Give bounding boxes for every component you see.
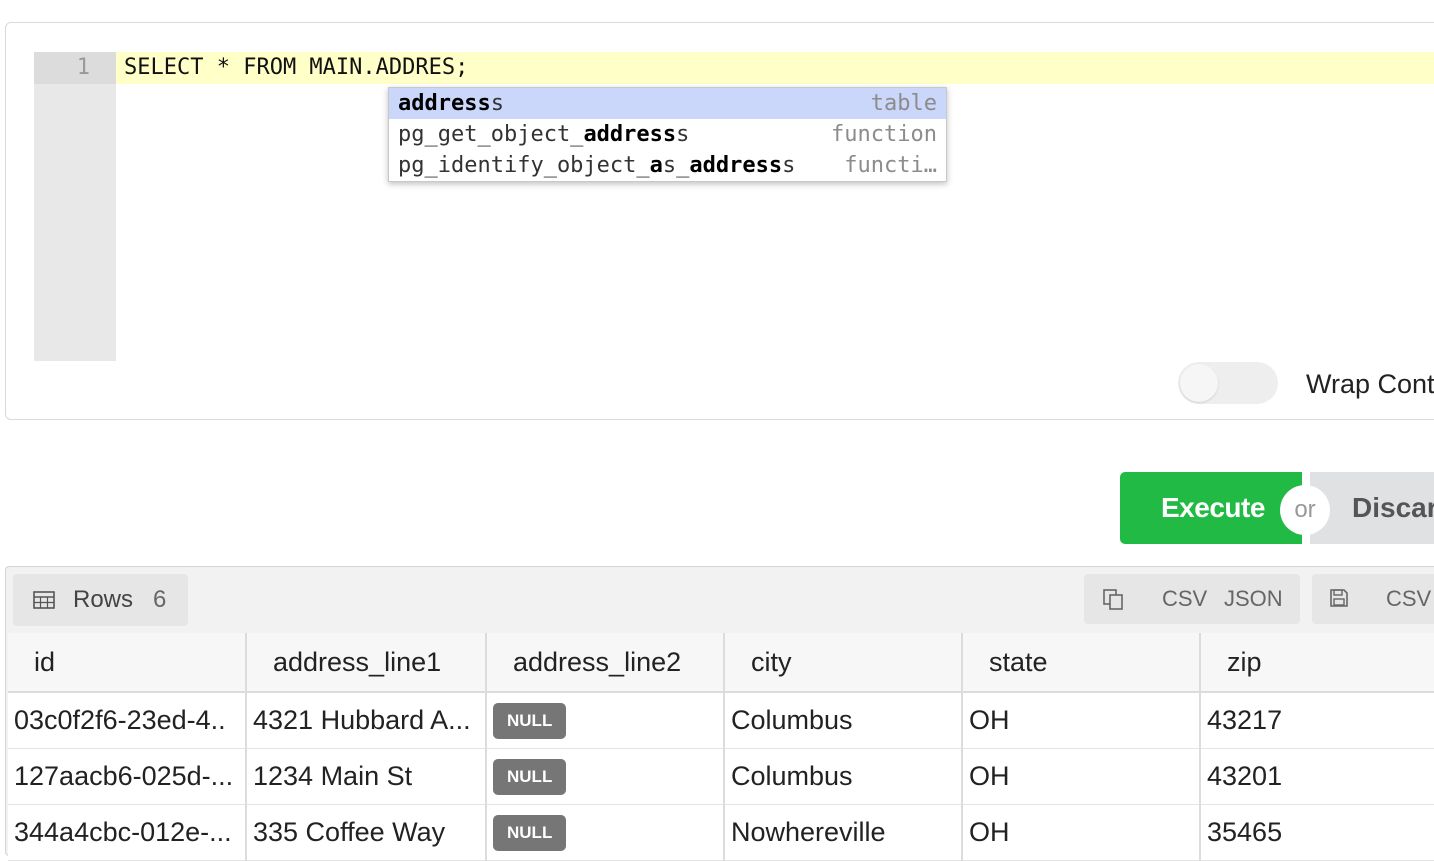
table-cell-address-line2[interactable]: NULL <box>486 748 725 805</box>
table-cell-address-line2[interactable]: NULL <box>486 692 725 749</box>
table-cell-address-line1[interactable]: 335 Coffee Way <box>246 804 487 861</box>
rows-label: Rows <box>73 586 134 613</box>
execute-button[interactable]: Execute <box>1120 472 1302 544</box>
column-header-zip[interactable]: zip <box>1200 633 1434 693</box>
column-header-city[interactable]: city <box>724 633 963 693</box>
null-badge: NULL <box>493 814 567 851</box>
table-cell-zip[interactable]: 43217 <box>1200 692 1434 749</box>
null-badge: NULL <box>493 758 567 795</box>
save-csv-button[interactable]: CSV <box>1386 574 1431 624</box>
autocomplete-popup[interactable]: addresss table pg_get_object_addresss funct… <box>388 87 947 182</box>
column-header-id[interactable]: id <box>8 633 247 693</box>
table-row[interactable]: 03c0f2f6-23ed-4.. 4321 Hubbard A... NULL Co… <box>8 692 1434 749</box>
autocomplete-item-kind: functi… <box>844 153 937 178</box>
table-cell-id[interactable]: 127aacb6-025d-... <box>8 748 247 805</box>
table-header-row: id address_line1 address_line2 city state zip <box>8 633 1434 693</box>
editor-gutter <box>34 52 116 361</box>
autocomplete-item-kind: function <box>831 122 937 147</box>
rows-count: 6 <box>153 586 167 613</box>
autocomplete-item[interactable]: addresss table <box>389 88 946 119</box>
table-row[interactable]: 127aacb6-025d-... 1234 Main St NULL Columbu… <box>8 748 1434 805</box>
or-divider: or <box>1280 485 1330 535</box>
null-badge: NULL <box>493 702 567 739</box>
copy-csv-button[interactable]: CSV <box>1162 574 1207 624</box>
sql-code-line[interactable]: SELECT * FROM MAIN.ADDRES; <box>124 52 468 84</box>
column-header-address-line1[interactable]: address_line1 <box>246 633 487 693</box>
autocomplete-item-kind: table <box>870 88 937 119</box>
rows-count-badge: Rows 6 <box>13 574 188 626</box>
table-cell-city[interactable]: Columbus <box>724 748 963 805</box>
table-cell-address-line2[interactable]: NULL <box>486 804 725 861</box>
autocomplete-item[interactable]: pg_identify_object_as_addresss functi… <box>389 150 946 181</box>
table-cell-address-line1[interactable]: 1234 Main St <box>246 748 487 805</box>
column-header-state[interactable]: state <box>962 633 1201 693</box>
copy-export-group: CSV JSON <box>1084 574 1300 624</box>
table-cell-state[interactable]: OH <box>962 748 1201 805</box>
toggle-knob[interactable] <box>1180 364 1218 402</box>
table-icon <box>33 591 55 609</box>
table-cell-city[interactable]: Nowhereville <box>724 804 963 861</box>
table-cell-zip[interactable]: 35465 <box>1200 804 1434 861</box>
copy-json-button[interactable]: JSON <box>1224 574 1283 624</box>
autocomplete-item-name: pg_get_object_addresss <box>398 122 690 147</box>
line-number: 1 <box>34 52 116 84</box>
table-cell-city[interactable]: Columbus <box>724 692 963 749</box>
column-header-address-line2[interactable]: address_line2 <box>486 633 725 693</box>
table-row[interactable]: 344a4cbc-012e-... 335 Coffee Way NULL Nowhe… <box>8 804 1434 861</box>
table-cell-state[interactable]: OH <box>962 804 1201 861</box>
wrap-content-label: Wrap Cont <box>1306 369 1434 399</box>
autocomplete-item-name: addresss <box>398 91 504 116</box>
autocomplete-item[interactable]: pg_get_object_addresss function <box>389 119 946 150</box>
autocomplete-item-name: pg_identify_object_as_addresss <box>398 153 796 178</box>
table-cell-address-line1[interactable]: 4321 Hubbard A... <box>246 692 487 749</box>
table-cell-id[interactable]: 03c0f2f6-23ed-4.. <box>8 692 247 749</box>
table-cell-zip[interactable]: 43201 <box>1200 748 1434 805</box>
copy-icon[interactable] <box>1102 588 1124 610</box>
table-cell-id[interactable]: 344a4cbc-012e-... <box>8 804 247 861</box>
results-table: id address_line1 address_line2 city state zip… <box>8 633 1434 861</box>
table-cell-state[interactable]: OH <box>962 692 1201 749</box>
save-export-group: CSV <box>1312 574 1434 624</box>
save-icon[interactable] <box>1330 589 1348 607</box>
